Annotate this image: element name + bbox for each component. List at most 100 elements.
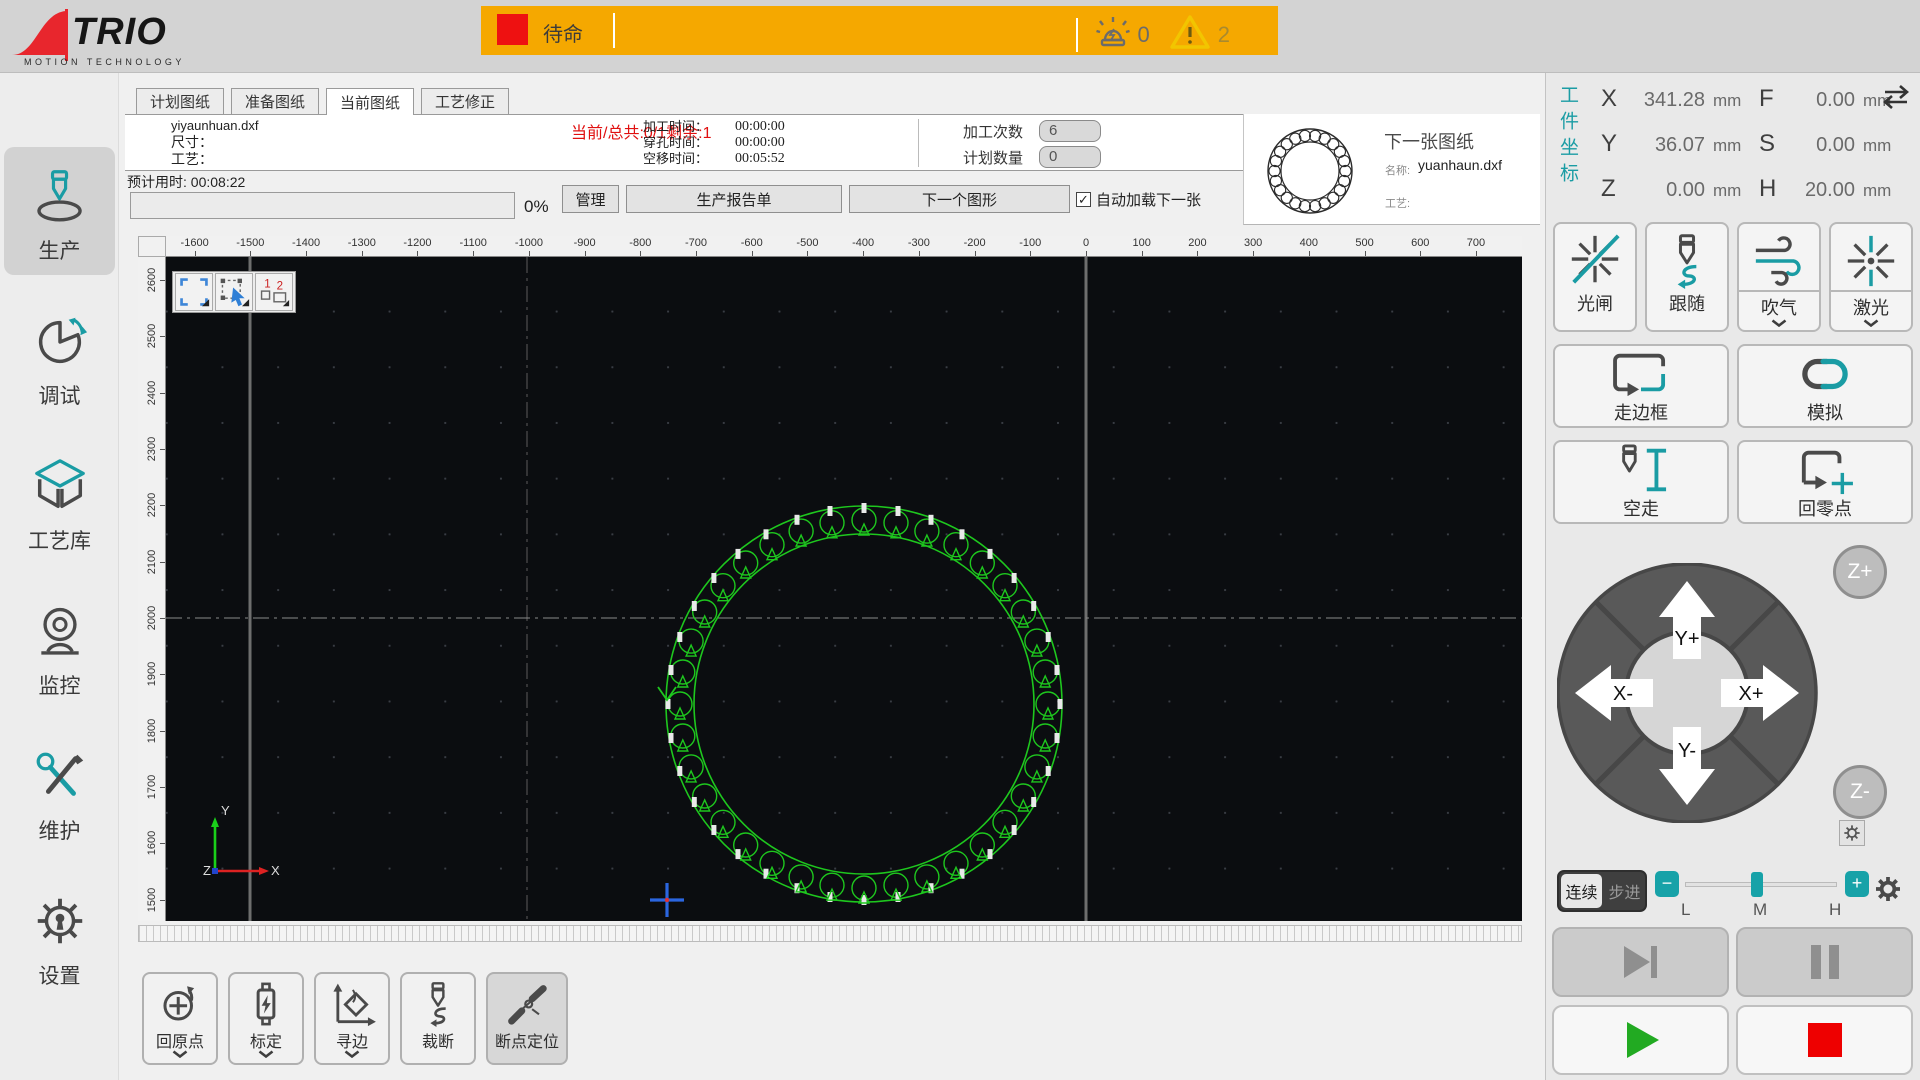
zoom-marquee-button[interactable] bbox=[175, 273, 213, 311]
production-report-button[interactable]: 生产报告单 bbox=[626, 185, 842, 213]
axis-x-label: X bbox=[271, 863, 280, 878]
chevron-down-icon bbox=[1863, 314, 1880, 332]
count-input[interactable]: 6 bbox=[1039, 120, 1101, 142]
next-drawing-name: yuanhaun.dxf bbox=[1418, 157, 1502, 173]
speed-plus-button[interactable]: + bbox=[1845, 871, 1869, 897]
h-ruler-tick-label: -800 bbox=[629, 237, 651, 249]
control-button-8[interactable]: 回零点 bbox=[1737, 440, 1913, 524]
speed-scale-mid: M bbox=[1753, 900, 1767, 920]
select-cursor-button[interactable] bbox=[215, 273, 253, 311]
stop-button[interactable] bbox=[1736, 1005, 1913, 1075]
mode-continuous[interactable]: 连续 bbox=[1561, 874, 1602, 908]
sidebar-item-6[interactable]: 设置 bbox=[4, 872, 115, 1000]
cut-icon bbox=[415, 980, 461, 1028]
axis-value: 341.28 bbox=[1635, 89, 1713, 112]
v-ruler-tick-label: 2500 bbox=[146, 324, 158, 348]
h-ruler-tick bbox=[752, 251, 753, 256]
control-button-6[interactable]: 模拟 bbox=[1737, 344, 1913, 428]
sidebar-item-label: 调试 bbox=[39, 380, 81, 410]
laser-control-grid: 光闸 跟随 吹气 激光 走边框 模拟 空走 回零点 bbox=[1553, 222, 1913, 524]
tab-4[interactable]: 工艺修正 bbox=[421, 88, 509, 114]
status-indicator-square bbox=[497, 14, 528, 45]
toolbar-button-3[interactable]: 寻边 bbox=[314, 972, 390, 1065]
h-ruler-tick bbox=[306, 251, 307, 256]
next-shape-button[interactable]: 下一个图形 bbox=[849, 185, 1070, 213]
breakpoint-icon bbox=[503, 980, 551, 1028]
pause-button[interactable] bbox=[1736, 927, 1913, 997]
sidebar-item-label: 监控 bbox=[39, 670, 81, 700]
control-button-label: 跟随 bbox=[1669, 290, 1705, 316]
alarm-lamp-icon bbox=[1096, 14, 1130, 55]
jog-x-minus-label: X- bbox=[1613, 683, 1633, 705]
sidebar-item-5[interactable]: 维护 bbox=[4, 727, 115, 855]
axis-unit: mm bbox=[1713, 136, 1759, 156]
h-ruler-tick-label: 500 bbox=[1355, 237, 1373, 249]
jog-z-plus-button[interactable]: Z+ bbox=[1833, 545, 1887, 599]
warning-triangle-icon bbox=[1170, 14, 1210, 55]
manage-button[interactable]: 管理 bbox=[562, 185, 619, 213]
start-button[interactable] bbox=[1552, 1005, 1729, 1075]
count-label: 加工次数 bbox=[963, 121, 1039, 142]
chevron-down-icon bbox=[1771, 314, 1788, 332]
sidebar-item-3[interactable]: 工艺库 bbox=[4, 437, 115, 565]
count-input[interactable]: 0 bbox=[1039, 146, 1101, 168]
chevron-down-icon bbox=[258, 1045, 275, 1063]
process-library-icon bbox=[31, 451, 89, 521]
application-window: TRIO MOTION TECHNOLOGY 待命 0 bbox=[0, 0, 1920, 1080]
speed-slider-handle[interactable] bbox=[1751, 872, 1763, 897]
toolbar-button-1[interactable]: 回原点 bbox=[142, 972, 218, 1065]
canvas-mini-toolbar: 1 2 bbox=[172, 271, 296, 313]
count-row: 加工次数6 bbox=[963, 118, 1101, 144]
h-ruler-tick-label: -1000 bbox=[515, 237, 543, 249]
checkbox-check-icon[interactable]: ✓ bbox=[1076, 192, 1091, 207]
v-ruler-tick bbox=[160, 787, 165, 788]
sequence-order-button[interactable]: 1 2 bbox=[255, 273, 293, 311]
control-button-7[interactable]: 空走 bbox=[1553, 440, 1729, 524]
tab-1[interactable]: 计划图纸 bbox=[136, 88, 224, 114]
right-control-panel: 工件坐标 X 341.28 mm F 0.00 mmY 36.07 mm S 0… bbox=[1545, 73, 1920, 1080]
sidebar-item-1[interactable]: 生产 bbox=[4, 147, 115, 275]
sidebar-item-4[interactable]: 监控 bbox=[4, 582, 115, 710]
axis2-letter: H bbox=[1759, 175, 1793, 203]
axis-unit: mm bbox=[1713, 181, 1759, 201]
monitor-icon bbox=[32, 596, 88, 666]
toolbar-button-2[interactable]: 标定 bbox=[228, 972, 304, 1065]
control-button-3[interactable]: 吹气 bbox=[1737, 222, 1821, 332]
next-drawing-title: 下一张图纸 bbox=[1384, 128, 1474, 154]
toolbar-button-5[interactable]: 断点定位 bbox=[486, 972, 568, 1065]
speed-settings-gear-icon[interactable] bbox=[1873, 874, 1903, 909]
coord-swap-icon[interactable] bbox=[1879, 83, 1913, 116]
toolbar-button-4[interactable]: 裁断 bbox=[400, 972, 476, 1065]
h-ruler-tick bbox=[696, 251, 697, 256]
axis-z-label: Z bbox=[203, 863, 211, 878]
control-button-1[interactable]: 光闸 bbox=[1553, 222, 1637, 332]
control-button-5[interactable]: 走边框 bbox=[1553, 344, 1729, 428]
next-drawing-name-label: 名称: bbox=[1385, 162, 1410, 178]
vertical-ruler: 2600250024002300220021002000190018001700… bbox=[138, 257, 166, 921]
tab-3[interactable]: 当前图纸 bbox=[326, 88, 414, 115]
autoload-checkbox[interactable]: ✓ 自动加载下一张 bbox=[1076, 189, 1201, 210]
control-button-4[interactable]: 激光 bbox=[1829, 222, 1913, 332]
h-ruler-tick-label: -1100 bbox=[460, 237, 487, 249]
step-forward-button[interactable] bbox=[1552, 927, 1729, 997]
jog-settings-gear-icon[interactable] bbox=[1839, 820, 1865, 846]
tab-2[interactable]: 准备图纸 bbox=[231, 88, 319, 114]
sidebar-item-2[interactable]: 调试 bbox=[4, 292, 115, 420]
jog-mode-toggle[interactable]: 连续 步进 bbox=[1557, 870, 1647, 912]
laser-icon bbox=[1842, 232, 1900, 290]
cad-viewport[interactable]: YXZ bbox=[166, 257, 1522, 921]
jog-z-minus-button[interactable]: Z- bbox=[1833, 765, 1887, 819]
speed-scale-low: L bbox=[1681, 900, 1690, 920]
control-button-2[interactable]: 跟随 bbox=[1645, 222, 1729, 332]
time-label: 空移时间： bbox=[643, 151, 735, 167]
mode-step[interactable]: 步进 bbox=[1604, 872, 1645, 910]
autoload-label: 自动加载下一张 bbox=[1096, 189, 1201, 210]
h-ruler-tick bbox=[417, 251, 418, 256]
v-ruler-tick bbox=[160, 562, 165, 563]
speed-minus-button[interactable]: − bbox=[1655, 871, 1679, 897]
trio-logo: TRIO MOTION TECHNOLOGY bbox=[10, 5, 210, 69]
h-ruler-tick bbox=[1476, 251, 1477, 256]
canvas-horizontal-scrollbar[interactable] bbox=[138, 925, 1522, 942]
v-ruler-tick bbox=[160, 731, 165, 732]
v-ruler-tick-label: 1800 bbox=[146, 718, 158, 742]
